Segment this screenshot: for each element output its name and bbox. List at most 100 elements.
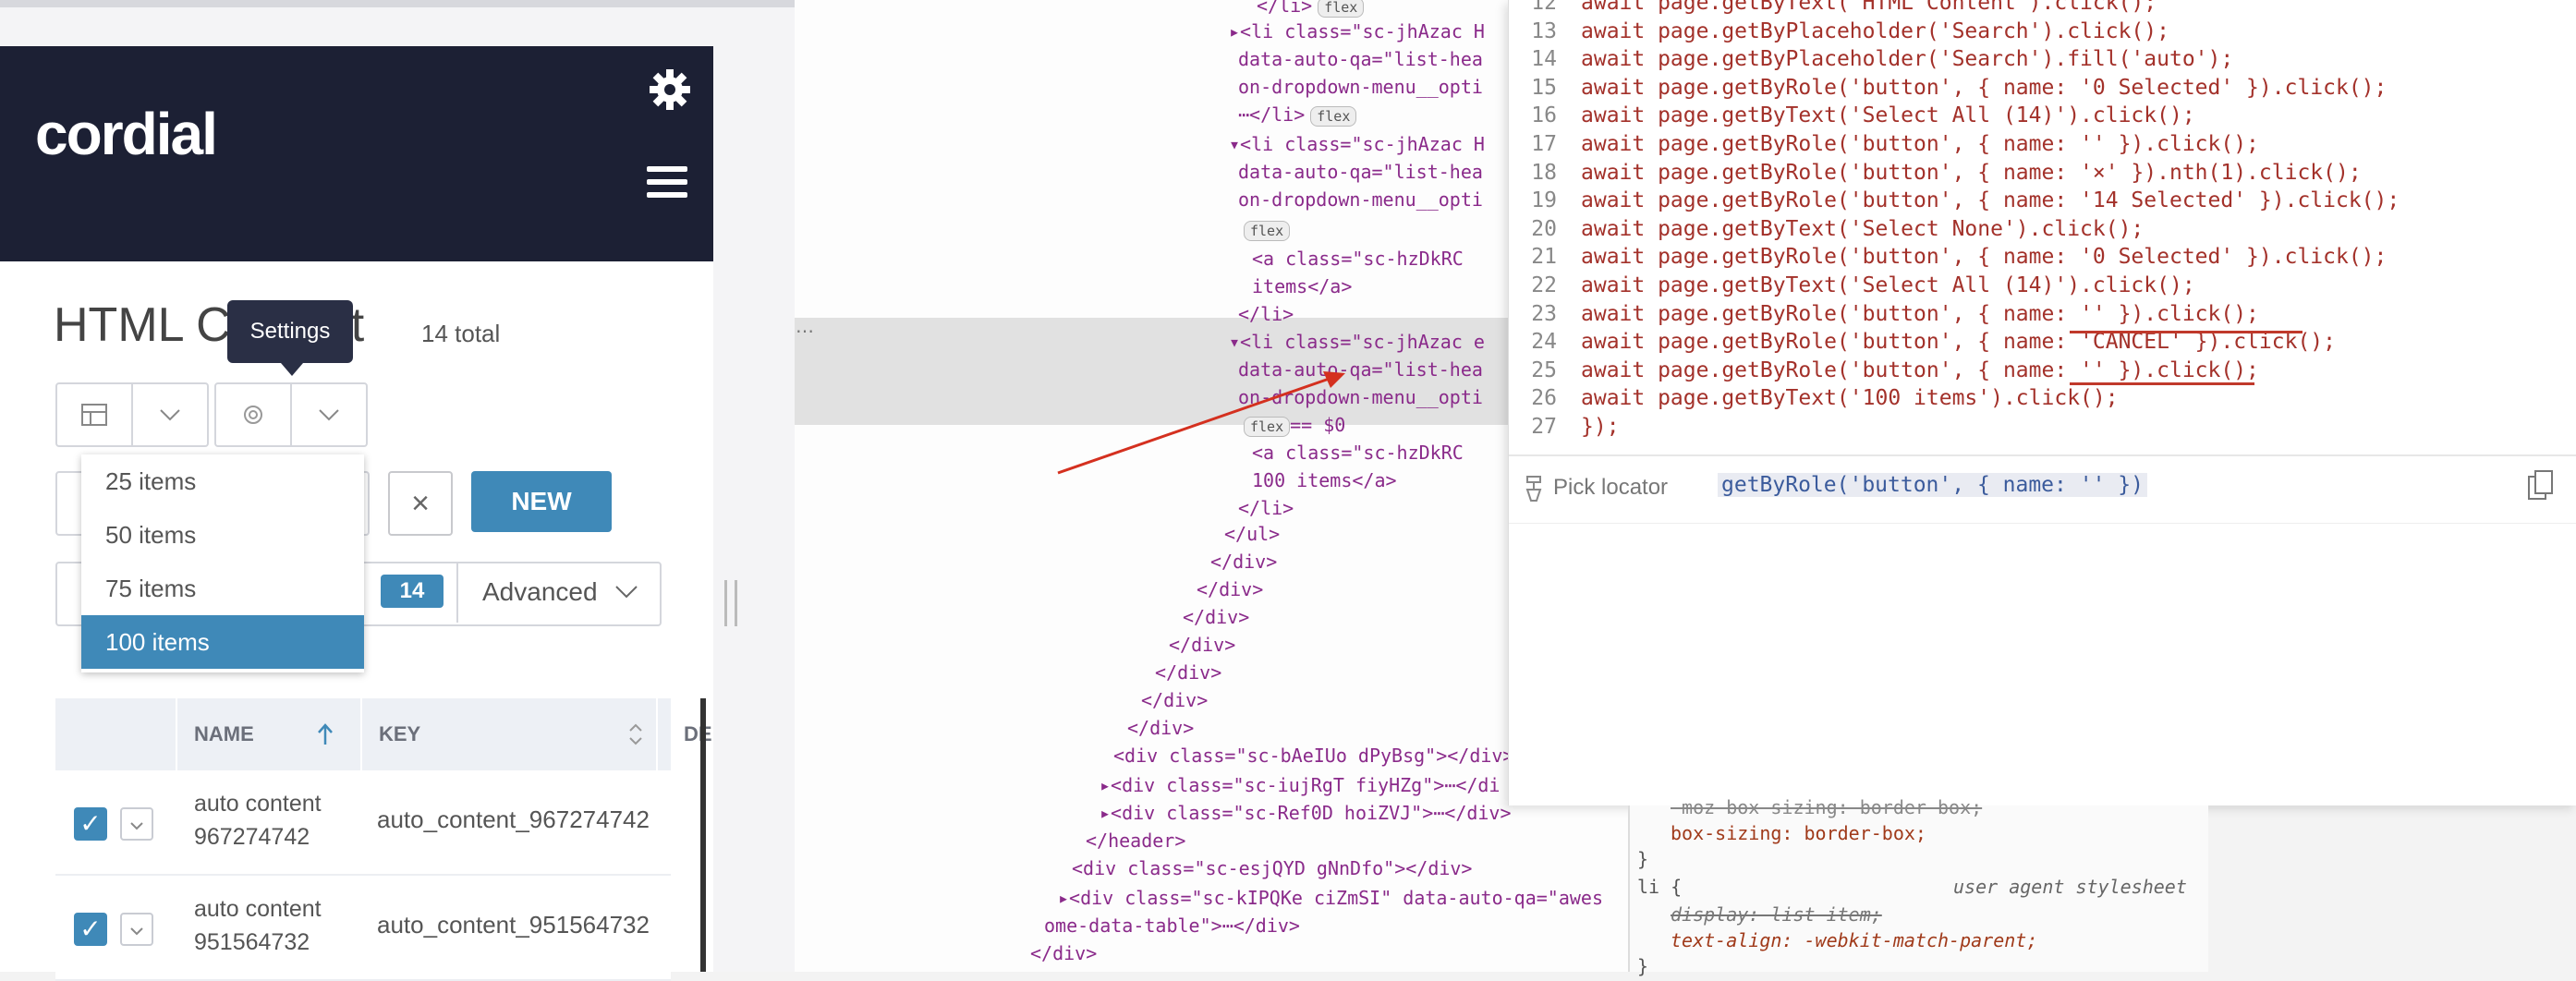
row-name[interactable]: auto content 967274742	[194, 787, 351, 854]
dom-line[interactable]: </div>	[1183, 606, 1249, 628]
dom-line[interactable]: <a class="sc-hzDkRC	[1252, 442, 1475, 464]
row-key: auto_content_951564732	[377, 911, 650, 939]
code-line: 23 await page.getByRole('button', { name:…	[1509, 300, 2259, 329]
row-expand-button[interactable]	[120, 807, 153, 841]
dom-line-text: ome-data-table">⋯</div>	[1044, 914, 1300, 937]
code-line: 12 await page.getByText('HTML Content').c…	[1509, 0, 2157, 18]
dom-line[interactable]: </div>	[1169, 634, 1235, 656]
menu-item-75[interactable]: 75 items	[81, 562, 364, 615]
flex-badge[interactable]: flex	[1244, 221, 1291, 241]
total-count: 14 total	[421, 320, 501, 347]
code-text: await page.getByRole('button', { name: '…	[1581, 132, 2259, 156]
dom-line-text: </li>	[1238, 497, 1294, 519]
dom-line[interactable]: on-dropdown-menu__opti	[1238, 76, 1483, 98]
chevron-down-icon[interactable]	[131, 384, 207, 445]
copy-icon[interactable]	[2527, 469, 2555, 503]
code-line: 22 await page.getByText('Select All (14)'…	[1509, 272, 2194, 300]
dom-line[interactable]: </div>	[1141, 689, 1208, 711]
settings-button[interactable]	[214, 382, 368, 447]
dom-line[interactable]: ▾<li class="sc-jhAzac H	[1229, 133, 1485, 155]
dom-line[interactable]: </li>	[1238, 497, 1294, 519]
dom-line[interactable]: ▸<div class="sc-iujRgT fiyHZg">⋯</di	[1100, 774, 1500, 796]
dom-line[interactable]: </div>	[1210, 551, 1277, 573]
view-toggle-button[interactable]	[55, 382, 209, 447]
style-line: text-align: -webkit-match-parent;	[1671, 929, 2038, 951]
code-line: 14 await page.getByPlaceholder('Search').…	[1509, 45, 2233, 74]
dom-line[interactable]: <a class="sc-hzDkRC	[1252, 248, 1475, 270]
new-button[interactable]: NEW	[471, 471, 612, 532]
row-checkbox[interactable]: ✓	[74, 913, 107, 946]
code-line: 21 await page.getByRole('button', { name:…	[1509, 243, 2387, 272]
dom-line-text: items</a>	[1252, 275, 1353, 297]
code-line: 17 await page.getByRole('button', { name:…	[1509, 130, 2259, 159]
sort-icon[interactable]	[628, 722, 643, 746]
settings-gear-icon[interactable]	[216, 384, 290, 445]
menu-item-50[interactable]: 50 items	[81, 508, 364, 562]
advanced-filter-select[interactable]: Advanced	[456, 562, 658, 623]
menu-item-25[interactable]: 25 items	[81, 454, 364, 508]
hamburger-menu-icon[interactable]	[647, 166, 687, 203]
filter-count-badge: 14	[381, 575, 444, 608]
dom-line[interactable]: ▸<div class="sc-Ref0D hoiZVJ">⋯</div>	[1100, 802, 1512, 824]
more-options-icon[interactable]: ⋯	[796, 320, 814, 343]
dom-line[interactable]: </li> flex	[1257, 0, 1365, 18]
table-scrollbar[interactable]	[700, 698, 706, 972]
brand-logo[interactable]: cordial	[35, 100, 218, 168]
dom-line[interactable]: <div class="sc-bAeIUo dPyBsg"></div>	[1113, 745, 1513, 767]
dom-line[interactable]: data-auto-qa="list-hea	[1238, 161, 1483, 183]
dom-line[interactable]: ⋯</li> flex	[1238, 103, 1357, 127]
flex-badge[interactable]: flex	[1244, 417, 1291, 437]
flex-badge[interactable]: flex	[1318, 0, 1365, 18]
dom-line[interactable]: ▸<div class="sc-kIPQKe ciZmSI" data-auto…	[1058, 887, 1603, 909]
row-name[interactable]: auto content 951564732	[194, 892, 351, 959]
dom-line[interactable]: flex	[1238, 218, 1291, 241]
line-number: 13	[1531, 18, 1557, 43]
code-text: await page.getByRole('button', { name: '…	[1581, 245, 2388, 270]
flex-badge[interactable]: flex	[1310, 106, 1357, 127]
column-name-header[interactable]: NAME	[194, 698, 254, 770]
dom-line-text: ▸<li class="sc-jhAzac H	[1229, 20, 1485, 42]
chevron-down-icon[interactable]	[290, 384, 366, 445]
code-text: await page.getByRole('button', { name: '…	[1581, 357, 2259, 382]
dom-line[interactable]: on-dropdown-menu__opti	[1238, 386, 1483, 408]
column-key-header[interactable]: KEY	[379, 698, 420, 770]
dom-line[interactable]: </div>	[1197, 578, 1263, 600]
dom-line[interactable]: on-dropdown-menu__opti	[1238, 188, 1483, 211]
menu-item-100[interactable]: 100 items	[81, 615, 364, 669]
pick-locator-label[interactable]: Pick locator	[1553, 475, 1668, 501]
row-expand-button[interactable]	[120, 913, 153, 946]
column-description-header[interactable]: DE	[684, 698, 711, 770]
dom-line-text: on-dropdown-menu__opti	[1238, 188, 1483, 211]
gear-icon[interactable]	[647, 67, 693, 113]
dom-line[interactable]: </li>	[1238, 303, 1294, 325]
code-text: await page.getByText('HTML Content').cli…	[1581, 0, 2157, 15]
dom-line[interactable]: ▾<li class="sc-jhAzac e	[1229, 331, 1485, 353]
line-number: 23	[1531, 301, 1557, 326]
dom-line[interactable]: </ul>	[1224, 523, 1280, 545]
table-view-icon[interactable]	[57, 384, 131, 445]
dom-line[interactable]: flex == $0	[1238, 414, 1345, 437]
table-row[interactable]: ✓ auto content 951564732 auto_content_95…	[55, 876, 671, 981]
table-row[interactable]: ✓ auto content 967274742 auto_content_96…	[55, 770, 671, 876]
code-text: await page.getByRole('button', { name: '…	[1581, 301, 2259, 326]
dom-line[interactable]: ▸<li class="sc-jhAzac H	[1229, 20, 1485, 42]
locator-bar: Pick locator getByRole('button', { name:…	[1509, 454, 2576, 524]
locator-value[interactable]: getByRole('button', { name: '' })	[1718, 473, 2147, 497]
dom-line-text: <a class="sc-hzDkRC	[1252, 442, 1475, 464]
dom-line[interactable]: ome-data-table">⋯</div>	[1044, 914, 1300, 937]
code-text: await page.getByRole('button', { name: '…	[1581, 330, 2336, 355]
dom-line[interactable]: data-auto-qa="list-hea	[1238, 48, 1483, 70]
dom-line[interactable]: </header>	[1086, 830, 1185, 852]
panel-resize-handle[interactable]	[724, 580, 737, 626]
dom-line[interactable]: <div class="sc-esjQYD gNnDfo"></div>	[1072, 857, 1472, 879]
dom-line[interactable]: items</a>	[1252, 275, 1352, 297]
dom-line[interactable]: 100 items</a>	[1252, 469, 1397, 491]
clear-search-button[interactable]: ×	[388, 471, 453, 536]
row-checkbox[interactable]: ✓	[74, 807, 107, 841]
sort-ascending-icon[interactable]	[316, 722, 334, 746]
dom-line[interactable]: data-auto-qa="list-hea	[1238, 358, 1483, 381]
dom-line[interactable]: </div>	[1030, 942, 1097, 964]
dom-line[interactable]: </div>	[1155, 661, 1221, 684]
pick-locator-icon[interactable]	[1524, 475, 1544, 503]
dom-line[interactable]: </div>	[1127, 717, 1194, 739]
